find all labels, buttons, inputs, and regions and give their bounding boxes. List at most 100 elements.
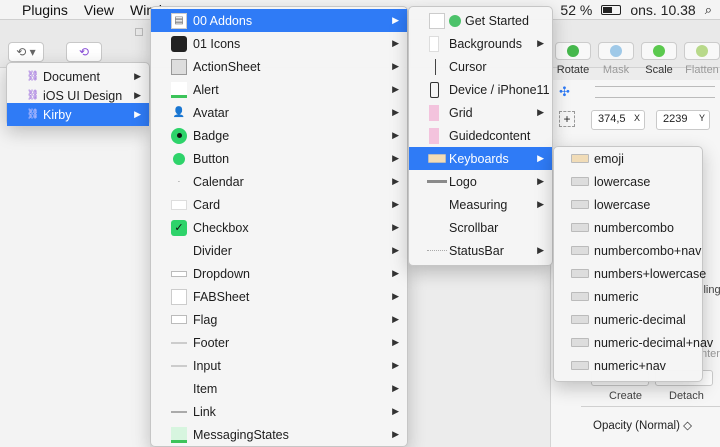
- avatar-icon: 👤: [172, 107, 186, 118]
- menu-item-item[interactable]: Item ▶: [151, 377, 407, 400]
- chevron-right-icon: ▶: [392, 38, 399, 48]
- mask-button[interactable]: Mask: [598, 42, 634, 76]
- menu-item-alert[interactable]: Alert ▶: [151, 78, 407, 101]
- clock-text[interactable]: ons. 10.38: [630, 2, 695, 18]
- frog-icon: [449, 14, 461, 27]
- menu-item-device-iphone11[interactable]: Device / iPhone11: [409, 78, 552, 101]
- create-label: Create: [609, 390, 643, 402]
- flatten-button[interactable]: Flatten: [684, 42, 720, 76]
- chevron-right-icon: ▶: [392, 291, 399, 301]
- rotate-button[interactable]: Rotate: [555, 42, 591, 76]
- y-field[interactable]: 2239 Y: [656, 110, 710, 130]
- add-icon[interactable]: +: [559, 111, 575, 127]
- menu-item-measuring[interactable]: Measuring ▶: [409, 193, 552, 216]
- chevron-right-icon: ▶: [392, 107, 399, 117]
- chevron-right-icon: ▶: [537, 199, 544, 209]
- menu-item-statusbar[interactable]: StatusBar ▶: [409, 239, 552, 262]
- menu-item-keyboards[interactable]: Keyboards ▶: [409, 147, 552, 170]
- menu-item-checkbox[interactable]: ✓ Checkbox ▶: [151, 216, 407, 239]
- menu-item-card[interactable]: Card ▶: [151, 193, 407, 216]
- menu-item-dropdown[interactable]: Dropdown ▶: [151, 262, 407, 285]
- menu-item-01-icons[interactable]: 01 Icons ▶: [151, 32, 407, 55]
- chevron-right-icon: ▶: [392, 314, 399, 324]
- chevron-right-icon: ▶: [392, 61, 399, 71]
- x-field[interactable]: 374,5 X: [591, 110, 645, 130]
- menu-plugins[interactable]: Plugins: [22, 2, 68, 18]
- keyboard-icon: [570, 151, 590, 167]
- detach-label: Detach: [669, 390, 704, 402]
- background-icon: [429, 35, 439, 52]
- fill-label-partial: lling: [701, 284, 720, 296]
- rotate-icon: [567, 45, 579, 57]
- link-icon: ⛓: [26, 71, 40, 82]
- menu-item-numeric-decimal[interactable]: numeric-decimal: [554, 308, 702, 331]
- plugin-menu-level-2: ▤ 00 Addons ▶ 01 Icons ▶ ActionSheet ▶ A…: [150, 6, 408, 447]
- menu-item-button[interactable]: Button ▶: [151, 147, 407, 170]
- battery-text: 52 %: [560, 2, 593, 18]
- menu-item-actionsheet[interactable]: ActionSheet ▶: [151, 55, 407, 78]
- keyboard-icon: [427, 151, 447, 167]
- menu-item-backgrounds[interactable]: Backgrounds ▶: [409, 32, 552, 55]
- guide-icon: [429, 127, 439, 144]
- menu-item-numeric[interactable]: numeric: [554, 285, 702, 308]
- menu-item-link[interactable]: Link ▶: [151, 400, 407, 423]
- keyboard-icon: [570, 358, 590, 374]
- menu-item-00-addons[interactable]: ▤ 00 Addons ▶: [151, 9, 407, 32]
- menu-item-numeric-nav[interactable]: numeric+nav: [554, 354, 702, 377]
- menu-item-kirby[interactable]: ⛓ Kirby ▶: [7, 103, 149, 126]
- keyboard-icon: [570, 197, 590, 213]
- menu-item-logo[interactable]: Logo ▶: [409, 170, 552, 193]
- menu-item-lowercase-2[interactable]: lowercase: [554, 193, 702, 216]
- checkbox-icon: ✓: [171, 219, 187, 236]
- divider: [581, 406, 720, 407]
- center-label-partial: nter/: [701, 348, 720, 360]
- search-icon[interactable]: ⌕: [705, 2, 712, 18]
- menu-item-badge[interactable]: Badge ▶: [151, 124, 407, 147]
- chevron-right-icon: ▶: [392, 406, 399, 416]
- menu-item-cursor[interactable]: Cursor: [409, 55, 552, 78]
- menu-item-numbercombo-nav[interactable]: numbercombo+nav: [554, 239, 702, 262]
- keyboard-icon: [570, 266, 590, 282]
- menu-item-messagingstates[interactable]: MessagingStates ▶: [151, 423, 407, 446]
- plugin-button[interactable]: ⟲ ▾: [8, 42, 44, 62]
- card-icon: [171, 199, 187, 210]
- chevron-right-icon: ▶: [392, 383, 399, 393]
- tool-group: Rotate Mask Scale Flatten: [555, 42, 720, 78]
- flag-icon: [171, 315, 187, 324]
- menu-item-avatar[interactable]: 👤 Avatar ▶: [151, 101, 407, 124]
- menu-item-guidedcontent[interactable]: Guidedcontent: [409, 124, 552, 147]
- menu-item-get-started[interactable]: Get Started: [409, 9, 552, 32]
- menu-item-footer[interactable]: Footer ▶: [151, 331, 407, 354]
- menu-item-fabsheet[interactable]: FABSheet ▶: [151, 285, 407, 308]
- menu-item-emoji[interactable]: emoji: [554, 147, 702, 170]
- menu-item-lowercase[interactable]: lowercase: [554, 170, 702, 193]
- chevron-right-icon: ▶: [392, 176, 399, 186]
- opacity-dropdown[interactable]: Opacity (Normal) ◇: [593, 418, 692, 432]
- menu-item-grid[interactable]: Grid ▶: [409, 101, 552, 124]
- badge-icon: [171, 127, 187, 144]
- menu-item-calendar[interactable]: · Calendar ▶: [151, 170, 407, 193]
- align-row: [595, 86, 715, 98]
- menu-item-scrollbar[interactable]: Scrollbar: [409, 216, 552, 239]
- keyboard-icon: [570, 335, 590, 351]
- statusbar-icon: [427, 250, 447, 251]
- menu-item-numbercombo[interactable]: numbercombo: [554, 216, 702, 239]
- menu-view[interactable]: View: [84, 2, 114, 18]
- sync-icon[interactable]: ⟲: [66, 42, 102, 62]
- chevron-right-icon: ▶: [392, 360, 399, 370]
- chevron-right-icon: ▶: [134, 109, 141, 119]
- calendar-icon: ·: [177, 177, 181, 186]
- menu-item-numeric-decimal-nav[interactable]: numeric-decimal+nav: [554, 331, 713, 354]
- link-icon: ⛓: [26, 90, 40, 101]
- insert-icon[interactable]: [135, 28, 143, 36]
- scale-button[interactable]: Scale: [641, 42, 677, 76]
- menu-item-numbers-lowercase[interactable]: numbers+lowercase: [554, 262, 706, 285]
- menu-item-divider[interactable]: Divider ▶: [151, 239, 407, 262]
- chevron-right-icon: ▶: [537, 107, 544, 117]
- menu-item-flag[interactable]: Flag ▶: [151, 308, 407, 331]
- menu-item-input[interactable]: Input ▶: [151, 354, 407, 377]
- battery-icon[interactable]: [601, 5, 622, 15]
- align-icon[interactable]: ✣: [559, 84, 577, 100]
- wallet-icon: [171, 35, 187, 52]
- chevron-right-icon: ▶: [392, 429, 399, 439]
